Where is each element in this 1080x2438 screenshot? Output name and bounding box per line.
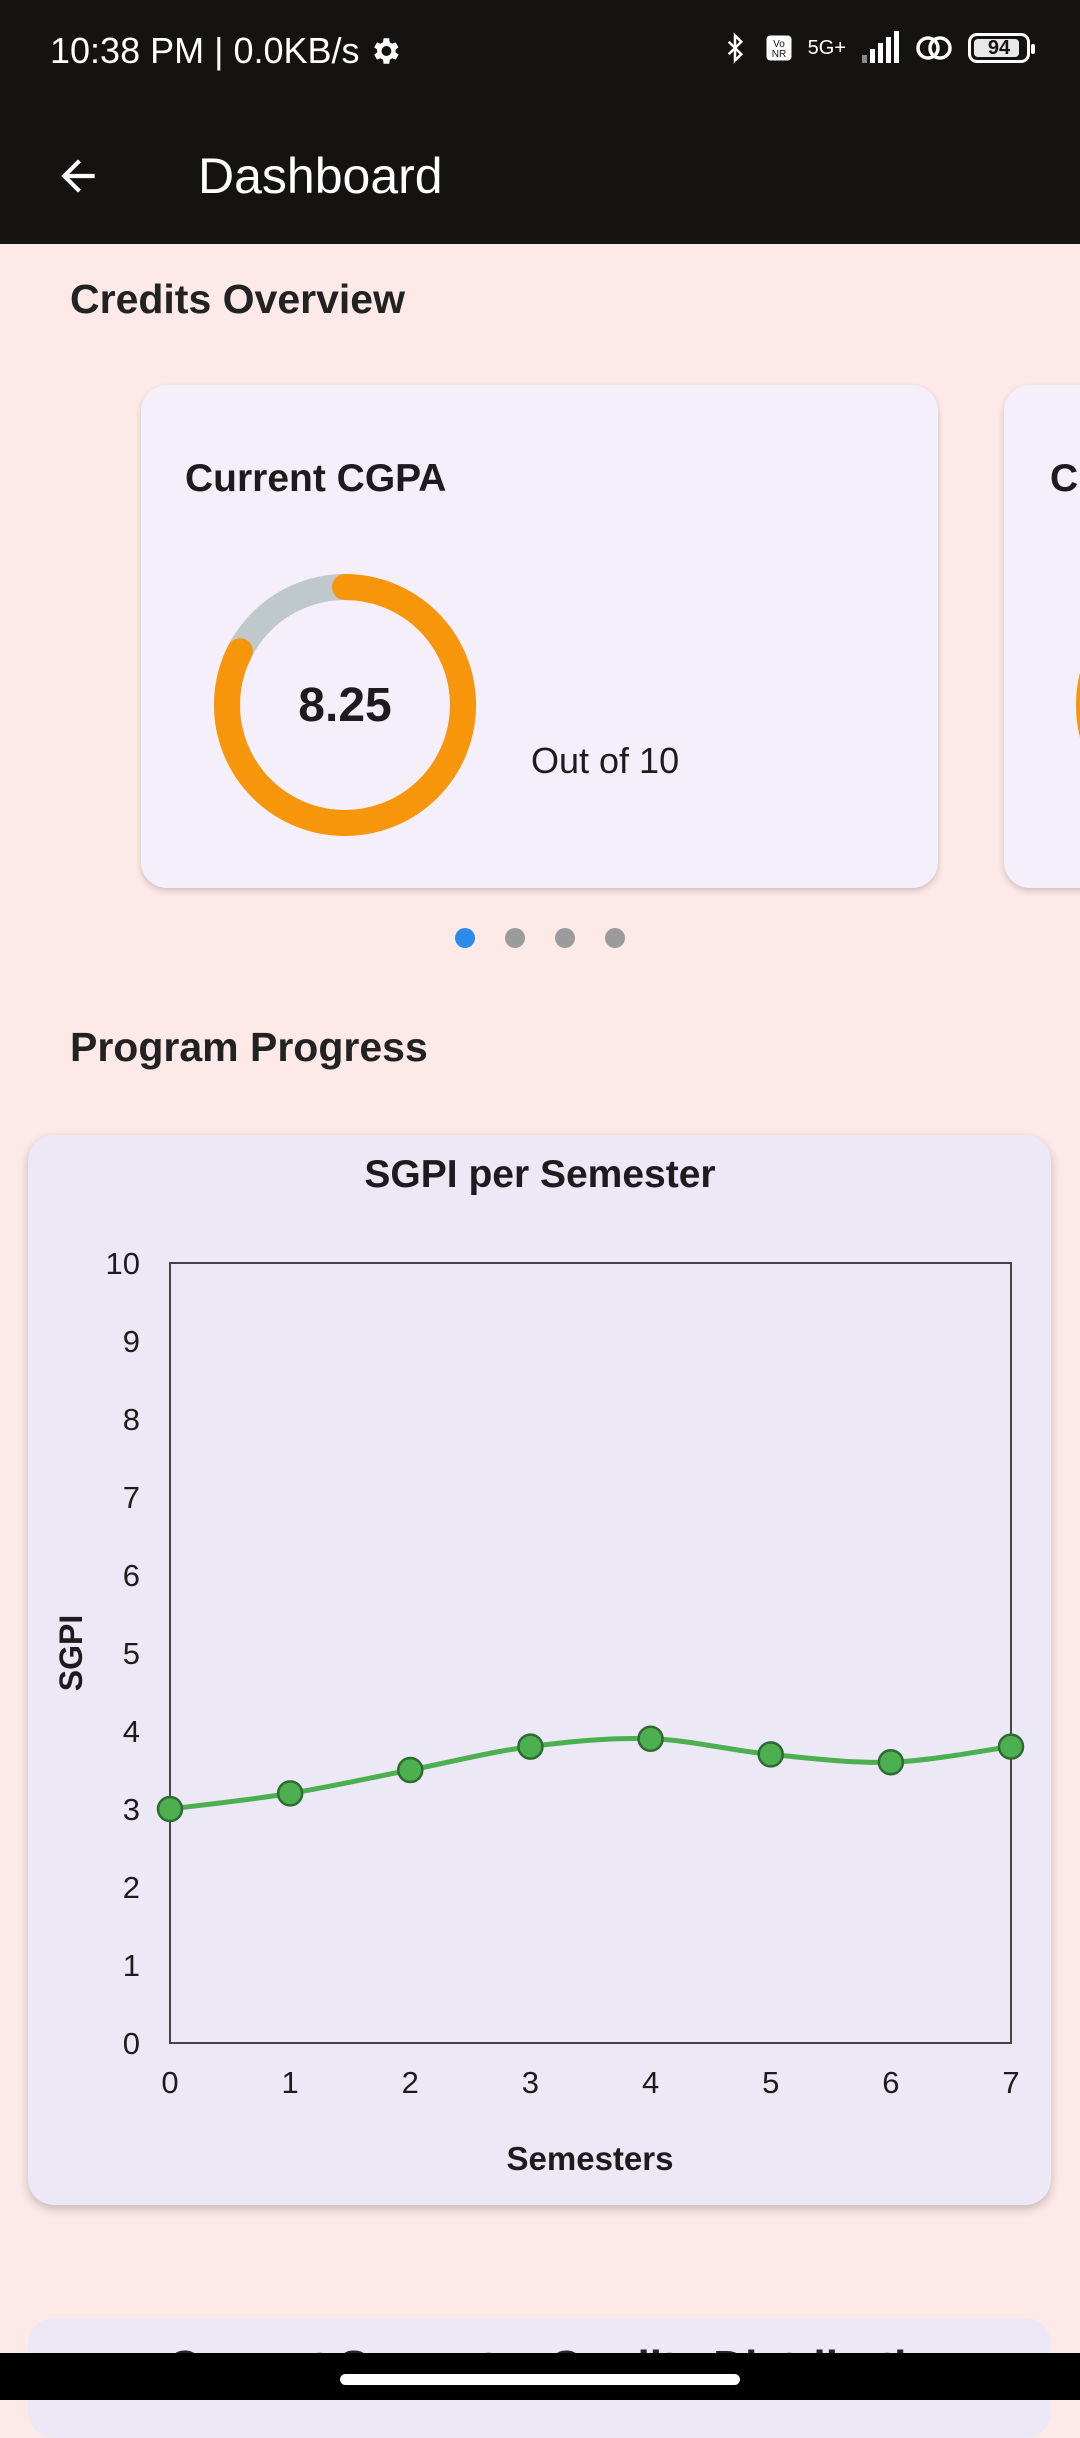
arrow-left-icon: [61, 159, 95, 193]
y-tick-label: 6: [123, 1558, 140, 1593]
x-tick-label: 5: [762, 2065, 779, 2100]
carousel-pager: [0, 928, 1080, 948]
data-point[interactable]: [877, 1748, 905, 1776]
program-progress-title: Program Progress: [70, 1024, 428, 1070]
next-card-title: Cr: [1050, 457, 1080, 500]
cgpa-out-of: Out of 10: [531, 740, 680, 781]
x-tick-label: 6: [882, 2065, 899, 2100]
data-point[interactable]: [757, 1741, 784, 1768]
settings-gear-icon: [373, 38, 399, 64]
data-point[interactable]: [397, 1756, 424, 1784]
next-card-donut: [1076, 573, 1080, 837]
chart-y-axis-label: SGPI: [53, 1615, 89, 1691]
status-icons: Vo NR 5G+ 94: [720, 30, 1035, 66]
y-tick-label: 0: [123, 2026, 140, 2061]
y-tick-label: 1: [123, 1948, 140, 1983]
battery-level: 94: [987, 36, 1011, 59]
data-point[interactable]: [637, 1725, 664, 1753]
home-indicator[interactable]: [340, 2374, 740, 2385]
x-tick-label: 0: [161, 2065, 178, 2100]
network-type: 5G+: [807, 36, 846, 59]
status-time-text: 10:38 PM | 0.0KB/s: [50, 30, 360, 71]
sgpi-chart-card: SGPI per Semester SGPI Semesters 0 1 2 3 4 5 6…: [28, 1135, 1051, 2205]
y-tick-label: 2: [123, 1870, 140, 1905]
sgpi-line-chart: SGPI per Semester SGPI Semesters 0 1 2 3 4 5 6…: [53, 1153, 1025, 2177]
x-tick-label: 2: [402, 2065, 419, 2100]
back-button[interactable]: [38, 136, 118, 216]
x-tick-label: 1: [282, 2065, 299, 2100]
status-bar: 10:38 PM | 0.0KB/s Vo NR 5G+ 94: [0, 0, 1080, 108]
pager-dot[interactable]: [505, 928, 525, 948]
y-tick-label: 7: [123, 1480, 140, 1515]
y-tick-label: 4: [123, 1714, 140, 1749]
data-point[interactable]: [276, 1780, 304, 1807]
chart-plot-frame: [169, 1262, 1012, 2044]
x-tick-label: 4: [642, 2065, 659, 2100]
battery-icon: 94: [968, 33, 1035, 63]
page-title: Dashboard: [198, 148, 443, 204]
y-tick-label: 5: [123, 1636, 140, 1671]
svg-text:NR: NR: [771, 49, 785, 60]
signal-icon: [862, 31, 899, 63]
data-point[interactable]: [997, 1733, 1025, 1760]
data-point[interactable]: [156, 1795, 184, 1823]
chart-title: SGPI per Semester: [364, 1153, 715, 1196]
chart-x-axis-label: Semesters: [507, 2140, 674, 2177]
y-tick-label: 9: [123, 1324, 140, 1359]
credits-overview-title: Credits Overview: [70, 276, 405, 322]
x-tick-label: 7: [1002, 2065, 1019, 2100]
status-time: 10:38 PM | 0.0KB/s: [50, 30, 402, 72]
bluetooth-icon: [727, 32, 743, 64]
app-bar: Dashboard: [0, 108, 1080, 244]
y-tick-label: 10: [106, 1246, 140, 1281]
x-tick-label: 3: [522, 2065, 539, 2100]
cgpa-value: 8.25: [298, 678, 392, 732]
cgpa-card-title: Current CGPA: [185, 457, 447, 500]
y-tick-label: 3: [123, 1792, 140, 1827]
pager-dot[interactable]: [455, 928, 475, 948]
credits-card-next[interactable]: Cr: [1004, 385, 1080, 888]
link-icon: [916, 36, 952, 60]
cgpa-card[interactable]: Current CGPA 8.25 Out of 10: [141, 385, 938, 888]
data-point[interactable]: [517, 1733, 544, 1760]
y-tick-label: 8: [123, 1402, 140, 1437]
pager-dot[interactable]: [555, 928, 575, 948]
pager-dot[interactable]: [605, 928, 625, 948]
volte-icon: Vo NR: [766, 35, 792, 61]
